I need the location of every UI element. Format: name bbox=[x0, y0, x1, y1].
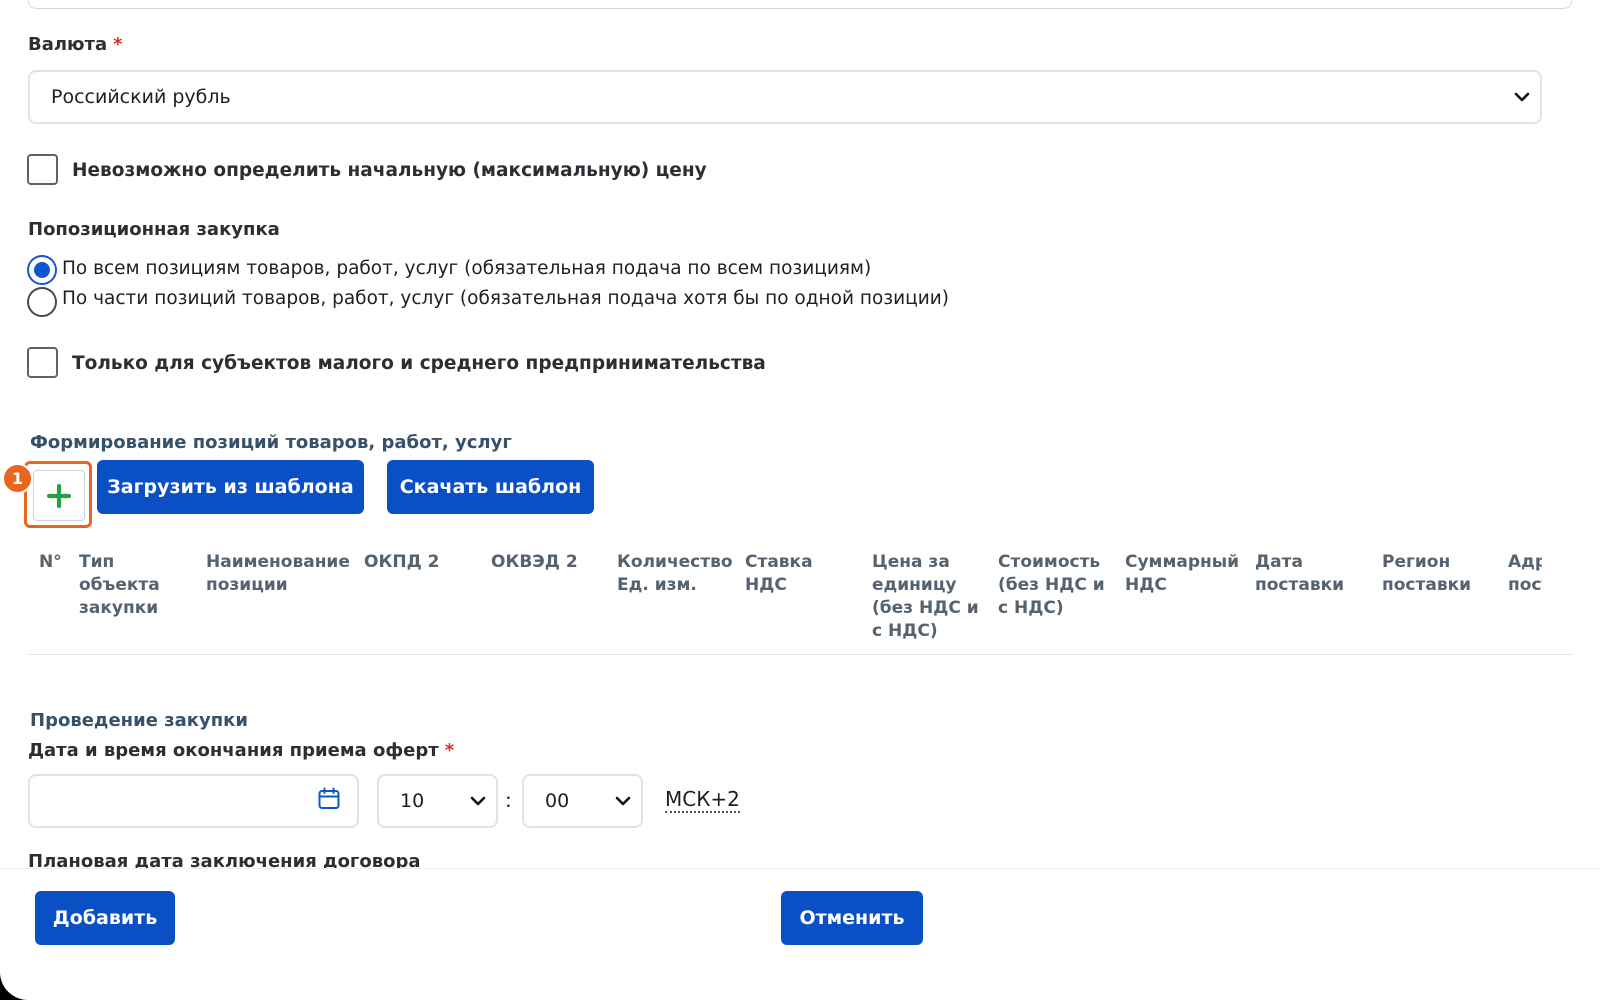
col-position-name: Наименование позиции bbox=[206, 552, 350, 595]
calendar-icon[interactable] bbox=[317, 787, 341, 811]
col-unit-price: Цена за единицу (без НДС и с НДС) bbox=[872, 552, 979, 641]
timezone-label[interactable]: МСК+2 bbox=[665, 787, 740, 813]
previous-field[interactable] bbox=[28, 0, 1572, 9]
cancel-button[interactable]: Отменить bbox=[781, 891, 923, 945]
hour-select[interactable]: 10 bbox=[377, 774, 498, 828]
plus-icon bbox=[47, 483, 71, 508]
contract-date-label: Плановая дата заключения договора bbox=[28, 851, 421, 869]
currency-label-text: Валюта bbox=[28, 34, 108, 55]
required-mark: * bbox=[113, 34, 123, 55]
no-max-price-checkbox[interactable] bbox=[27, 154, 58, 185]
sme-only-label: Только для субъектов малого и среднего п… bbox=[72, 353, 766, 374]
col-delivery-address: Адрес поставки bbox=[1508, 552, 1542, 595]
chevron-down-icon bbox=[615, 796, 631, 806]
radio-part-positions-label: По части позиций товаров, работ, услуг (… bbox=[62, 288, 949, 309]
load-template-button[interactable]: Загрузить из шаблона bbox=[97, 460, 364, 514]
col-delivery-region: Регион поставки bbox=[1382, 552, 1472, 595]
deadline-date-input[interactable] bbox=[28, 774, 359, 828]
radio-part-positions[interactable] bbox=[27, 287, 57, 317]
procurement-section-title: Проведение закупки bbox=[30, 710, 249, 731]
table-divider bbox=[28, 654, 1574, 655]
col-cost: Стоимость (без НДС и с НДС) bbox=[998, 552, 1105, 618]
form-page: Валюта * Российский рубль Невозможно опре… bbox=[0, 0, 1600, 1000]
radio-all-positions-label: По всем позициям товаров, работ, услуг (… bbox=[62, 258, 872, 279]
add-position-button[interactable] bbox=[33, 470, 85, 521]
required-mark: * bbox=[444, 740, 455, 761]
no-max-price-label: Невозможно определить начальную (максима… bbox=[72, 160, 707, 181]
col-total-vat: Суммарный НДС bbox=[1125, 552, 1240, 595]
col-okpd2: ОКПД 2 bbox=[364, 552, 440, 572]
chevron-down-icon bbox=[470, 796, 486, 806]
minute-value: 00 bbox=[545, 790, 570, 812]
positions-section-title: Формирование позиций товаров, работ, усл… bbox=[30, 432, 512, 453]
col-okved2: ОКВЭД 2 bbox=[491, 552, 578, 572]
chevron-down-icon bbox=[1514, 92, 1530, 102]
col-delivery-date: Дата поставки bbox=[1255, 552, 1345, 595]
time-separator: : bbox=[505, 788, 512, 812]
col-delivery-address-clip: Адрес поставки bbox=[1508, 551, 1542, 611]
minute-select[interactable]: 00 bbox=[522, 774, 643, 828]
footer-divider bbox=[0, 868, 1600, 869]
radio-all-positions[interactable] bbox=[27, 255, 57, 285]
col-vat-rate: Ставка НДС bbox=[745, 552, 813, 595]
hour-value: 10 bbox=[400, 790, 425, 812]
sme-only-checkbox[interactable] bbox=[27, 347, 58, 378]
download-template-button[interactable]: Скачать шаблон bbox=[387, 460, 594, 514]
deadline-label: Дата и время окончания приема оферт * bbox=[28, 740, 454, 761]
currency-label: Валюта * bbox=[28, 34, 123, 55]
deadline-label-text: Дата и время окончания приема оферт bbox=[28, 740, 439, 761]
currency-select-value: Российский рубль bbox=[51, 86, 231, 108]
position-purchase-label: Попозиционная закупка bbox=[28, 219, 280, 240]
currency-select[interactable]: Российский рубль bbox=[28, 70, 1542, 124]
step-marker-badge: 1 bbox=[2, 463, 33, 494]
add-position-highlight bbox=[24, 461, 92, 528]
col-object-type: Тип объекта закупки bbox=[79, 552, 160, 618]
col-number: N° bbox=[39, 552, 62, 572]
col-quantity: Количество Ед. изм. bbox=[617, 552, 733, 595]
add-button[interactable]: Добавить bbox=[35, 891, 175, 945]
